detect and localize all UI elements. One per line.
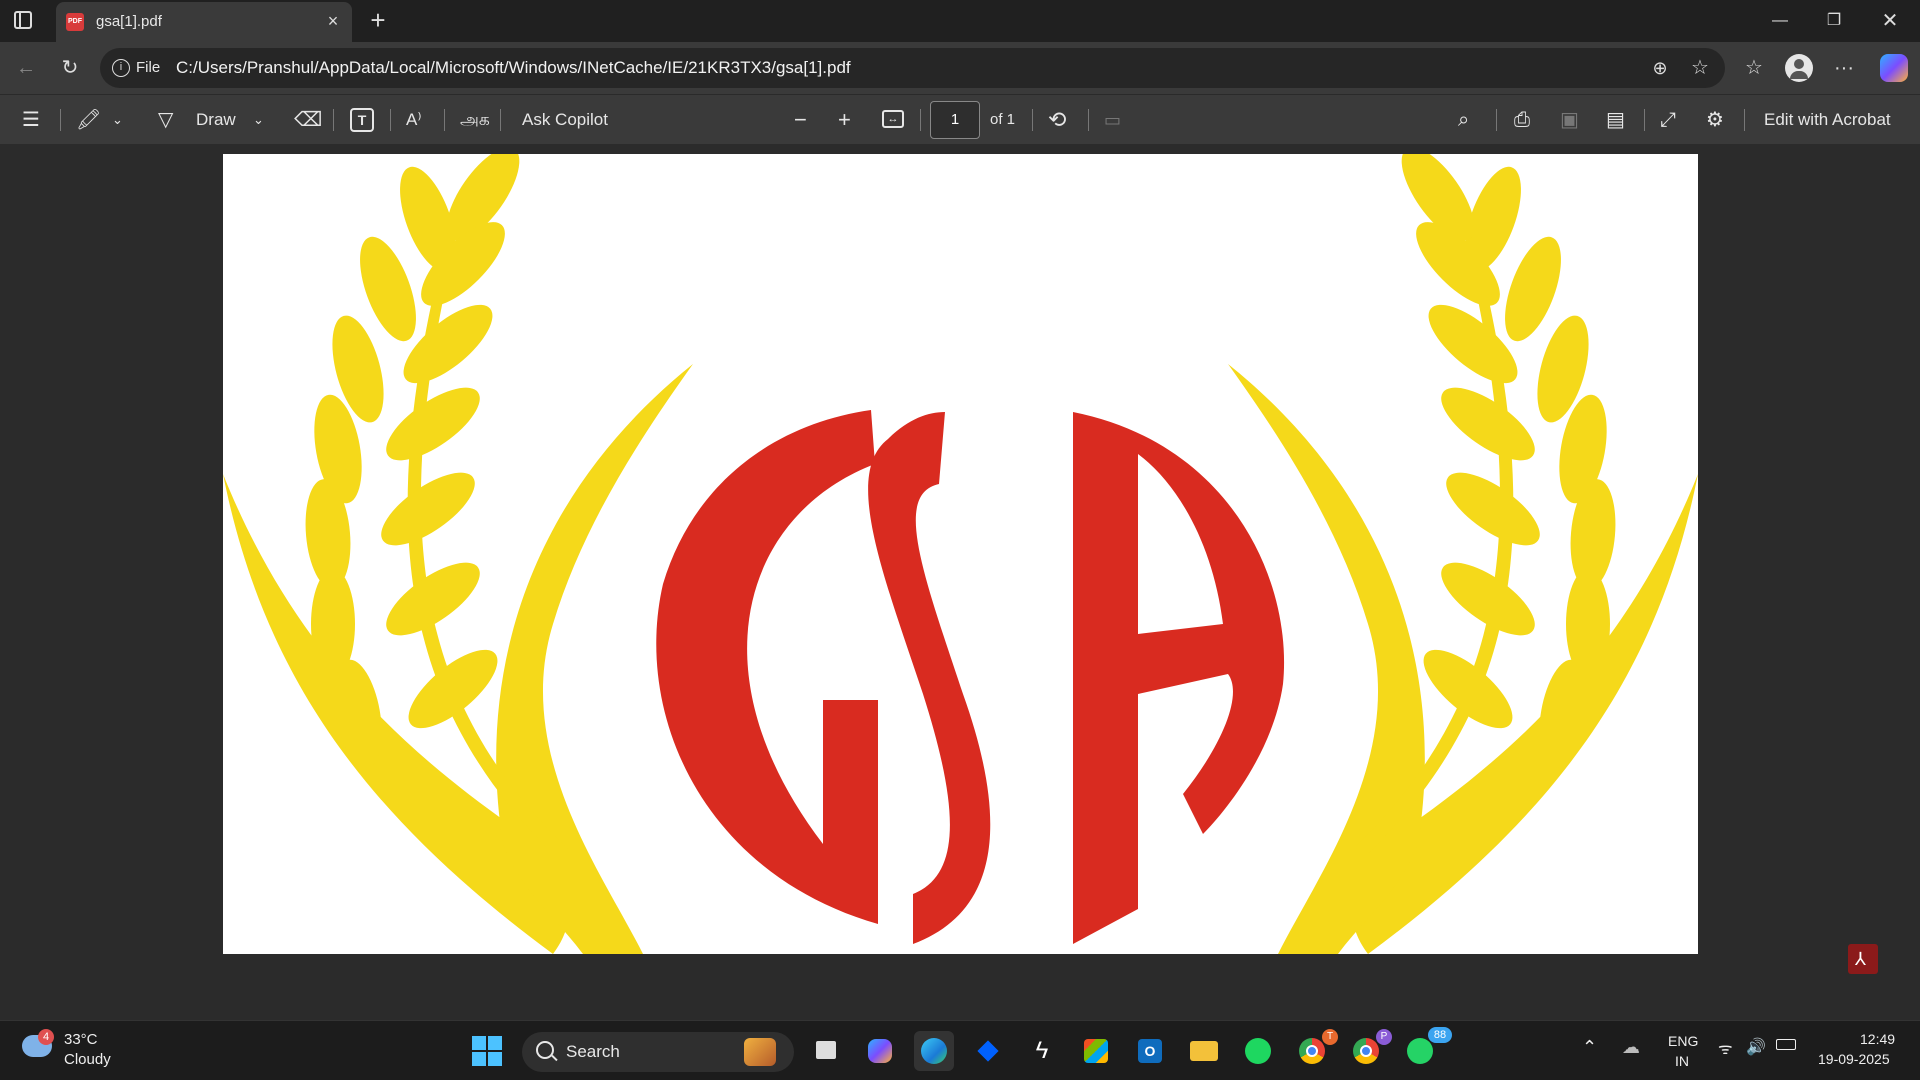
separator xyxy=(1644,109,1645,131)
app-icon[interactable]: ϟ xyxy=(1022,1031,1062,1071)
task-view-icon[interactable] xyxy=(806,1031,846,1071)
save-as-icon[interactable]: ▤ xyxy=(1606,105,1625,135)
gsa-logo xyxy=(223,154,1698,954)
print-icon[interactable]: ⎙ xyxy=(1514,105,1530,135)
eraser-icon[interactable]: ⌫ xyxy=(294,105,322,135)
search-highlight-icon xyxy=(744,1038,776,1066)
separator xyxy=(444,109,445,131)
chevron-down-icon[interactable]: ⌄ xyxy=(112,105,123,135)
chevron-up-icon[interactable]: ⌃ xyxy=(1582,1037,1597,1058)
separator xyxy=(390,109,391,131)
separator xyxy=(1496,109,1497,131)
edit-with-acrobat-button[interactable]: Edit with Acrobat xyxy=(1764,105,1891,135)
read-aloud-icon[interactable]: A⁾ xyxy=(406,105,422,135)
clock-date[interactable]: 19-09-2025 xyxy=(1818,1051,1890,1067)
tab-actions-icon[interactable] xyxy=(14,11,32,29)
store-icon[interactable] xyxy=(1076,1031,1116,1071)
draw-label[interactable]: Draw xyxy=(196,105,236,135)
acrobat-icon[interactable]: ⅄ xyxy=(1848,944,1878,974)
more-icon[interactable]: ··· xyxy=(1826,50,1862,86)
separator xyxy=(1088,109,1089,131)
rotate-icon[interactable]: ⟲ xyxy=(1048,105,1066,135)
page-number-input[interactable]: 1 xyxy=(930,101,980,139)
battery-icon[interactable] xyxy=(1776,1039,1796,1050)
favorite-star-icon[interactable]: ☆ xyxy=(1682,50,1718,86)
title-bar: PDF gsa[1].pdf × + — ❐ ✕ xyxy=(0,0,1920,42)
chrome-profile-badge: T xyxy=(1322,1029,1338,1045)
search-icon[interactable]: ⌕ xyxy=(1458,105,1469,135)
settings-icon[interactable]: ⚙ xyxy=(1706,105,1724,135)
spotify-icon[interactable] xyxy=(1238,1031,1278,1071)
volume-icon[interactable]: 🔊 xyxy=(1746,1037,1766,1057)
restore-icon[interactable]: ❐ xyxy=(1806,0,1862,42)
chrome-profile-badge: P xyxy=(1376,1029,1392,1045)
separator xyxy=(500,109,501,131)
draw-icon[interactable]: ▽ xyxy=(158,105,173,135)
document-area[interactable]: ⅄ xyxy=(0,144,1920,1020)
pdf-icon: PDF xyxy=(66,13,84,31)
page-view-icon[interactable]: ▭ xyxy=(1104,105,1121,135)
taskbar: 4 33°C Cloudy Search ϟ O T P 88 ⌃ ☁ ENG … xyxy=(0,1020,1920,1080)
edge-icon[interactable] xyxy=(914,1031,954,1071)
copilot-icon[interactable] xyxy=(1880,54,1908,82)
pdf-page xyxy=(223,154,1698,954)
tab-title: gsa[1].pdf xyxy=(96,13,162,30)
highlight-icon[interactable]: 🖍 xyxy=(76,105,101,135)
zoom-out-icon[interactable]: − xyxy=(794,105,807,135)
separator xyxy=(920,109,921,131)
wifi-icon[interactable]: ᯤ xyxy=(1718,1037,1733,1059)
weather-badge: 4 xyxy=(38,1029,54,1045)
text-box-icon[interactable]: T xyxy=(350,108,374,132)
scheme-label: File xyxy=(136,59,161,76)
fit-width-icon[interactable]: ↔ xyxy=(882,110,904,128)
refresh-icon[interactable]: ↻ xyxy=(52,50,88,86)
clock-time[interactable]: 12:49 xyxy=(1860,1031,1895,1047)
close-window-icon[interactable]: ✕ xyxy=(1862,0,1918,42)
outlook-icon[interactable]: O xyxy=(1130,1031,1170,1071)
navigation-bar: ← ↻ i File C:/Users/Pranshul/AppData/Loc… xyxy=(0,42,1920,94)
back-icon[interactable]: ← xyxy=(8,50,44,86)
close-tab-icon[interactable]: × xyxy=(322,10,344,32)
separator xyxy=(60,109,61,131)
pdf-toolbar: ☰ 🖍 ⌄ ▽ Draw ⌄ ⌫ T A⁾ அக Ask Copilot − +… xyxy=(0,94,1920,144)
profile-avatar[interactable] xyxy=(1785,54,1813,82)
separator xyxy=(1744,109,1745,131)
wheat-left xyxy=(223,154,693,954)
separator xyxy=(1032,109,1033,131)
tab-active[interactable]: PDF gsa[1].pdf × xyxy=(56,2,352,42)
start-icon[interactable] xyxy=(472,1036,502,1066)
ask-copilot-button[interactable]: Ask Copilot xyxy=(522,105,608,135)
url-text[interactable]: C:/Users/Pranshul/AppData/Local/Microsof… xyxy=(176,58,851,78)
minimize-icon[interactable]: — xyxy=(1752,0,1808,42)
language-bottom[interactable]: IN xyxy=(1675,1053,1689,1069)
copilot-app-icon[interactable] xyxy=(860,1031,900,1071)
zoom-in-icon[interactable]: + xyxy=(838,105,851,135)
language-top[interactable]: ENG xyxy=(1668,1033,1698,1049)
onedrive-icon[interactable]: ☁ xyxy=(1622,1037,1640,1058)
favorites-icon[interactable]: ☆ xyxy=(1736,50,1772,86)
whatsapp-badge: 88 xyxy=(1428,1027,1452,1043)
translate-icon[interactable]: அக xyxy=(460,105,490,135)
search-icon xyxy=(536,1041,554,1059)
fullscreen-icon[interactable]: ⤢ xyxy=(1660,105,1676,135)
file-explorer-icon[interactable] xyxy=(1184,1031,1224,1071)
page-total: of 1 xyxy=(990,111,1016,128)
weather-desc[interactable]: Cloudy xyxy=(64,1051,111,1068)
save-icon[interactable]: ▣ xyxy=(1560,105,1579,135)
chevron-down-icon[interactable]: ⌄ xyxy=(253,105,264,135)
zoom-icon[interactable]: ⊕ xyxy=(1642,50,1678,86)
info-icon[interactable]: i xyxy=(112,59,130,77)
taskbar-search[interactable]: Search xyxy=(522,1032,794,1072)
contents-icon[interactable]: ☰ xyxy=(22,105,40,135)
weather-temp[interactable]: 33°C xyxy=(64,1031,98,1048)
search-label: Search xyxy=(566,1042,620,1061)
new-tab-icon[interactable]: + xyxy=(364,6,392,34)
separator xyxy=(333,109,334,131)
dropbox-icon[interactable] xyxy=(968,1031,1008,1071)
address-bar[interactable]: i File C:/Users/Pranshul/AppData/Local/M… xyxy=(100,48,1725,88)
wheat-right xyxy=(1228,154,1698,954)
